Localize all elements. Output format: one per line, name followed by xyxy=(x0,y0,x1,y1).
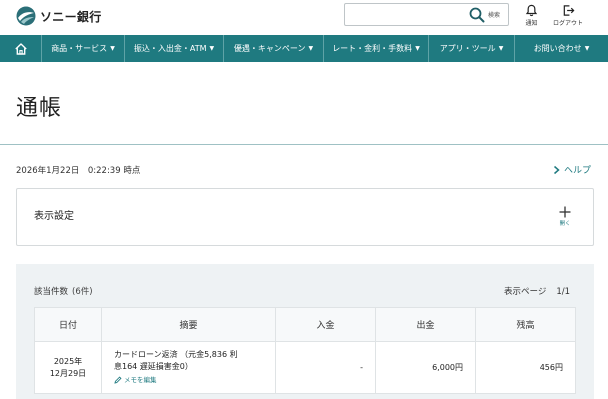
search-button-label[interactable]: 検索 xyxy=(488,10,500,19)
page-indicator-value: 1/1 xyxy=(556,287,571,297)
display-settings-panel: 表示設定 開く xyxy=(16,188,594,246)
help-label: ヘルプ xyxy=(564,166,592,176)
logo[interactable]: ソニー銀行 xyxy=(16,6,102,26)
nav-item-label: 商品・サービス xyxy=(51,44,108,53)
table-row: 2025年 12月29日 カードローン返済 （元金5,836 利 息164 遅延… xyxy=(34,341,576,394)
global-nav: 商品・サービス ▼ 振込・入出金・ATM ▼ 優遇・キャンペーン ▼ レート・金利・手… xyxy=(0,35,608,62)
caret-down-icon: ▼ xyxy=(209,45,215,52)
nav-item-label: お問い合わせ xyxy=(533,44,582,53)
as-of-timestamp: 2026年1月22日 0:22:39 時点 xyxy=(16,166,141,176)
nav-item-transfer[interactable]: 振込・入出金・ATM ▼ xyxy=(125,35,224,62)
results-panel: 該当件数 (6件) 表示ページ 1/1 日付 摘要 入金 出金 残高 2025年 1… xyxy=(16,264,594,399)
caret-down-icon: ▼ xyxy=(498,45,504,52)
result-count: 該当件数 (6件) xyxy=(34,285,93,297)
display-settings-title: 表示設定 xyxy=(34,211,74,222)
column-header-date: 日付 xyxy=(34,307,102,342)
plus-icon xyxy=(559,206,571,218)
cell-balance: 456円 xyxy=(475,341,576,394)
passbook-table: 日付 摘要 入金 出金 残高 2025年 12月29日 カードローン返済 （元金… xyxy=(34,307,576,394)
caret-down-icon: ▼ xyxy=(110,45,115,52)
search-icon[interactable] xyxy=(469,7,485,23)
title-divider xyxy=(0,144,608,145)
nav-item-label: レート・金利・手数料 xyxy=(332,44,413,53)
caret-down-icon: ▼ xyxy=(415,45,420,52)
description-line2: 息164 遅延損害金0） xyxy=(114,362,193,371)
result-count-value: (6件) xyxy=(72,287,93,297)
caret-down-icon: ▼ xyxy=(308,45,314,52)
nav-home[interactable] xyxy=(0,35,42,62)
column-header-balance: 残高 xyxy=(475,307,576,342)
page-indicator-label: 表示ページ xyxy=(504,287,547,297)
date-year: 2025年 xyxy=(53,356,83,366)
cell-withdrawal: 6,000円 xyxy=(375,341,476,394)
pencil-icon xyxy=(114,376,122,384)
cell-date: 2025年 12月29日 xyxy=(34,341,102,394)
description-line1: カードローン返済 （元金5,836 利 xyxy=(114,350,238,359)
page-title: 通帳 xyxy=(16,96,63,121)
site-header: ソニー銀行 検索 通知 ログアウト xyxy=(0,0,608,35)
chevron-right-icon xyxy=(554,165,560,174)
logo-text: ソニー銀行 xyxy=(40,9,102,24)
nav-item-label: 振込・入出金・ATM xyxy=(133,44,207,53)
cell-description: カードローン返済 （元金5,836 利 息164 遅延損害金0） メモを編集 xyxy=(101,341,276,394)
edit-memo-link[interactable]: メモを編集 xyxy=(114,374,275,386)
page-indicator: 表示ページ 1/1 xyxy=(504,285,570,297)
logout-icon xyxy=(563,5,574,16)
display-settings-open-label: 開く xyxy=(559,221,571,227)
bell-icon xyxy=(525,4,538,17)
help-link[interactable]: ヘルプ xyxy=(552,163,591,176)
result-count-label: 該当件数 xyxy=(34,287,69,297)
nav-item-products[interactable]: 商品・サービス ▼ xyxy=(42,35,125,62)
home-icon xyxy=(14,42,27,55)
logout-button[interactable]: ログアウト xyxy=(553,4,583,27)
column-header-withdrawal: 出金 xyxy=(375,307,476,342)
nav-item-contact[interactable]: お問い合わせ ▼ xyxy=(515,35,608,62)
logout-label: ログアウト xyxy=(553,20,584,27)
display-settings-open-button[interactable]: 開く xyxy=(556,206,574,227)
edit-memo-label: メモを編集 xyxy=(124,376,157,384)
nav-item-campaign[interactable]: 優遇・キャンペーン ▼ xyxy=(224,35,324,62)
nav-item-apps[interactable]: アプリ・ツール ▼ xyxy=(429,35,515,62)
cell-deposit: - xyxy=(275,341,376,394)
table-header-row: 日付 摘要 入金 出金 残高 xyxy=(34,307,576,342)
search-input[interactable] xyxy=(347,6,465,23)
notification-button[interactable]: 通知 xyxy=(525,4,538,27)
nav-item-label: 優遇・キャンペーン xyxy=(233,44,306,53)
nav-item-label: アプリ・ツール xyxy=(439,44,496,53)
sony-bank-logo-icon xyxy=(16,6,36,26)
date-monthday: 12月29日 xyxy=(49,368,87,378)
search-box: 検索 xyxy=(344,3,509,26)
column-header-description: 摘要 xyxy=(101,307,276,342)
caret-down-icon: ▼ xyxy=(584,45,590,52)
notification-label: 通知 xyxy=(525,20,538,27)
nav-item-rates[interactable]: レート・金利・手数料 ▼ xyxy=(324,35,429,62)
column-header-deposit: 入金 xyxy=(275,307,376,342)
